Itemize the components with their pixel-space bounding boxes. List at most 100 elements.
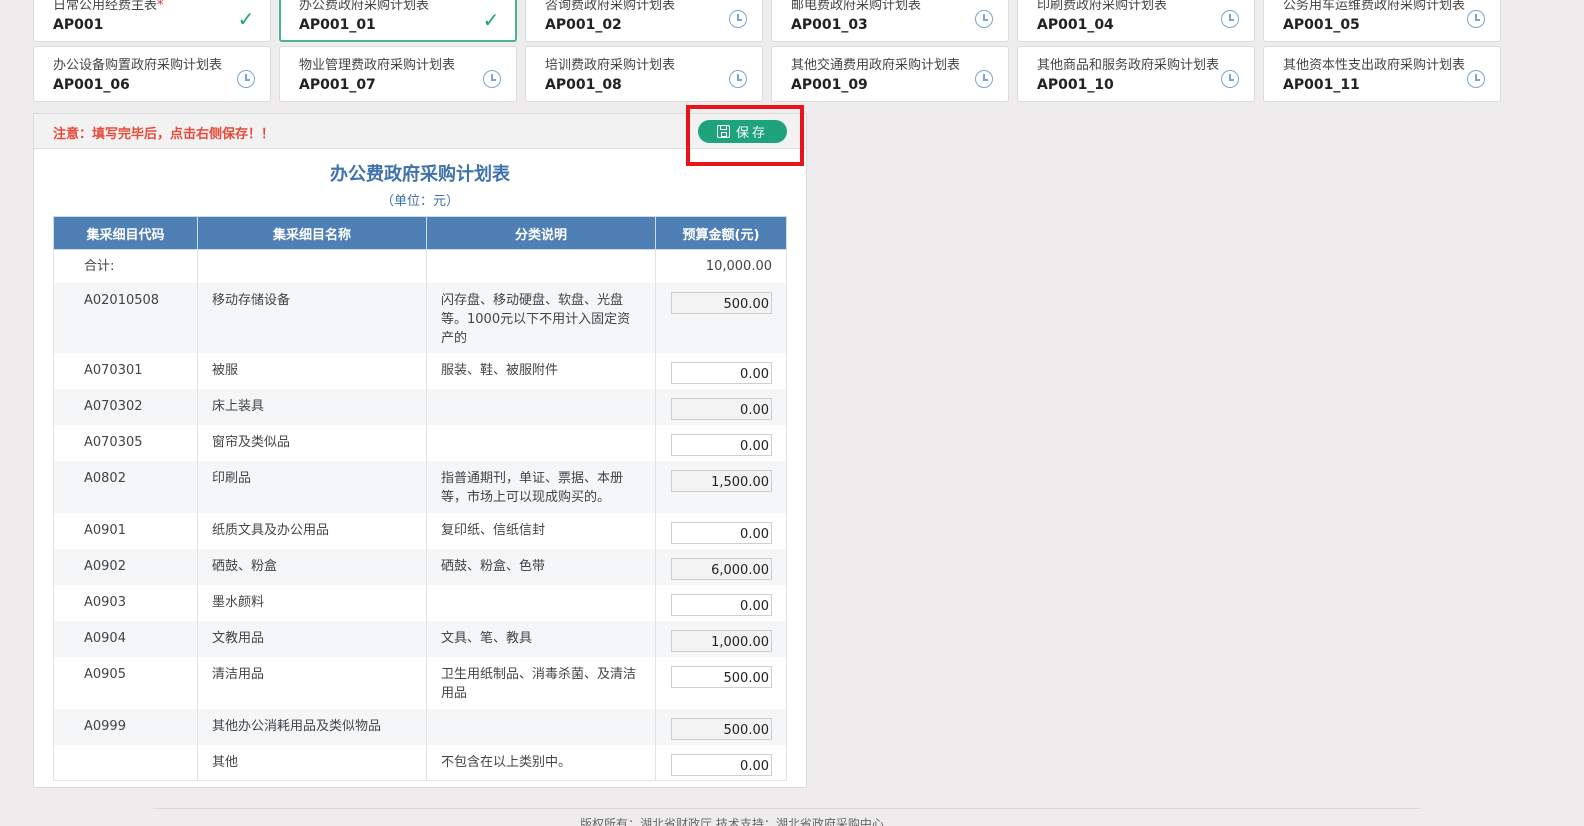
row-amount-cell: 0.00 (655, 512, 787, 549)
row-name: 其他 (197, 744, 427, 781)
check-icon: ✓ (482, 8, 500, 32)
card-name: 其他交通费用政府采购计划表 (791, 58, 961, 73)
row-name: 窗帘及类似品 (197, 424, 427, 461)
row-desc: 卫生用纸制品、消毒杀菌、及清洁用品 (426, 656, 656, 709)
row-code: A0903 (53, 584, 198, 621)
row-amount-cell: 0.00 (655, 424, 787, 461)
row-code: A0999 (53, 708, 198, 745)
row-code: A0902 (53, 548, 198, 585)
page-title: 办公费政府采购计划表 (330, 164, 510, 185)
row-name: 硒鼓、粉盒 (197, 548, 427, 585)
card-name: 其他商品和服务政府采购计划表 (1037, 58, 1220, 73)
table-row: A070302 床上装具 0.00 (53, 388, 787, 425)
save-button-label: 保存 (735, 126, 768, 141)
clock-icon (974, 9, 994, 29)
table-row: A0905 清洁用品 卫生用纸制品、消毒杀菌、及清洁用品 500.00 (53, 656, 787, 709)
row-desc: 指普通期刊，单证、票据、本册等，市场上可以现成购买的。 (426, 460, 656, 513)
table-row: A070301 被服 服装、鞋、被服附件 0.00 (53, 352, 787, 389)
card-name: 日常公用经费主表* (53, 0, 164, 13)
table-row: A0901 纸质文具及办公用品 复印纸、信纸信封 0.00 (53, 512, 787, 549)
table-row: A0999 其他办公消耗用品及类似物品 500.00 (53, 708, 787, 745)
total-label: 合计: (53, 249, 198, 283)
row-amount-cell: 1,000.00 (655, 620, 787, 657)
table-row: A0902 硒鼓、粉盒 硒鼓、粉盒、色带 6,000.00 (53, 548, 787, 585)
clock-icon (1220, 69, 1240, 89)
form-card[interactable]: 其他商品和服务政府采购计划表 AP001_10 (1017, 46, 1255, 102)
amount-input[interactable]: 6,000.00 (671, 557, 772, 580)
form-card[interactable]: 办公费政府采购计划表 AP001_01 ✓ (279, 0, 517, 42)
clock-icon (1466, 69, 1486, 89)
form-card[interactable]: 咨询费政府采购计划表 AP001_02 (525, 0, 763, 42)
save-button[interactable]: 保存 (698, 120, 787, 143)
card-name: 公务用车运维费政府采购计划表 (1283, 0, 1466, 13)
card-name: 其他资本性支出政府采购计划表 (1283, 58, 1466, 73)
amount-input[interactable]: 500.00 (671, 291, 772, 314)
amount-input[interactable]: 0.00 (671, 521, 772, 544)
amount-input[interactable]: 0.00 (671, 433, 772, 456)
clock-icon (1220, 9, 1240, 29)
form-card[interactable]: 培训费政府采购计划表 AP001_08 (525, 46, 763, 102)
form-card[interactable]: 其他交通费用政府采购计划表 AP001_09 (771, 46, 1009, 102)
row-amount-cell: 0.00 (655, 584, 787, 621)
row-name: 被服 (197, 352, 427, 389)
empty-cell (426, 249, 656, 283)
save-notice: 注意：填写完毕后，点击右侧保存！！ (53, 127, 275, 142)
row-desc: 复印纸、信纸信封 (426, 512, 656, 549)
plan-table: 集采细目代码 集采细目名称 分类说明 预算金额(元) 合计: 10,000.00… (53, 216, 787, 781)
row-name: 文教用品 (197, 620, 427, 657)
form-card-grid: 日常公用经费主表* AP001 ✓ 办公费政府采购计划表 AP001_01 ✓ 咨询费政府采… (33, 0, 1507, 106)
row-desc (426, 584, 656, 621)
row-desc: 服装、鞋、被服附件 (426, 352, 656, 389)
form-card[interactable]: 印刷费政府采购计划表 AP001_04 (1017, 0, 1255, 42)
card-name: 印刷费政府采购计划表 (1037, 0, 1168, 13)
table-row: A0802 印刷品 指普通期刊，单证、票据、本册等，市场上可以现成购买的。 1,500… (53, 460, 787, 513)
card-name: 办公设备购置政府采购计划表 (53, 58, 223, 73)
row-name: 纸质文具及办公用品 (197, 512, 427, 549)
form-card[interactable]: 邮电费政府采购计划表 AP001_03 (771, 0, 1009, 42)
clock-icon (974, 69, 994, 89)
row-amount-cell: 1,500.00 (655, 460, 787, 513)
amount-input[interactable]: 0.00 (671, 397, 772, 420)
clock-icon (1466, 9, 1486, 29)
check-icon: ✓ (237, 7, 255, 31)
row-code: A0904 (53, 620, 198, 657)
row-name: 印刷品 (197, 460, 427, 513)
card-name: 咨询费政府采购计划表 (545, 0, 676, 13)
row-name: 清洁用品 (197, 656, 427, 709)
card-name: 物业管理费政府采购计划表 (299, 58, 456, 73)
amount-input[interactable]: 0.00 (671, 361, 772, 384)
required-mark: * (157, 0, 164, 13)
form-card[interactable]: 物业管理费政府采购计划表 AP001_07 (279, 46, 517, 102)
form-card[interactable]: 其他资本性支出政府采购计划表 AP001_11 (1263, 46, 1501, 102)
row-code: A02010508 (53, 282, 198, 353)
form-card[interactable]: 公务用车运维费政府采购计划表 AP001_05 (1263, 0, 1501, 42)
amount-input[interactable]: 1,500.00 (671, 469, 772, 492)
row-amount-cell: 500.00 (655, 708, 787, 745)
table-row: A070305 窗帘及类似品 0.00 (53, 424, 787, 461)
form-card[interactable]: 日常公用经费主表* AP001 ✓ (33, 0, 271, 42)
amount-input[interactable]: 0.00 (671, 753, 772, 776)
amount-input[interactable]: 0.00 (671, 593, 772, 616)
row-code: A070301 (53, 352, 198, 389)
row-name: 移动存储设备 (197, 282, 427, 353)
row-code: A0901 (53, 512, 198, 549)
header-name: 集采细目名称 (197, 216, 427, 250)
table-row: A02010508 移动存储设备 闪存盘、移动硬盘、软盘、光盘等。1000元以下不用… (53, 282, 787, 353)
form-card[interactable]: 办公设备购置政府采购计划表 AP001_06 (33, 46, 271, 102)
card-name: 邮电费政府采购计划表 (791, 0, 922, 13)
footer-divider (153, 808, 1421, 809)
amount-input[interactable]: 1,000.00 (671, 629, 772, 652)
row-code (53, 744, 198, 781)
clock-icon (728, 69, 748, 89)
plan-panel: 注意：填写完毕后，点击右侧保存！！ 保存 办公费政府采购计划表 （单位：元） 集… (33, 113, 807, 788)
row-amount-cell: 500.00 (655, 282, 787, 353)
row-amount-cell: 0.00 (655, 352, 787, 389)
table-row: 其他 不包含在以上类别中。 0.00 (53, 744, 787, 781)
amount-input[interactable]: 500.00 (671, 717, 772, 740)
row-code: A070302 (53, 388, 198, 425)
empty-cell (197, 249, 427, 283)
row-code: A070305 (53, 424, 198, 461)
amount-input[interactable]: 500.00 (671, 665, 772, 688)
save-icon (716, 125, 730, 138)
row-amount-cell: 0.00 (655, 388, 787, 425)
